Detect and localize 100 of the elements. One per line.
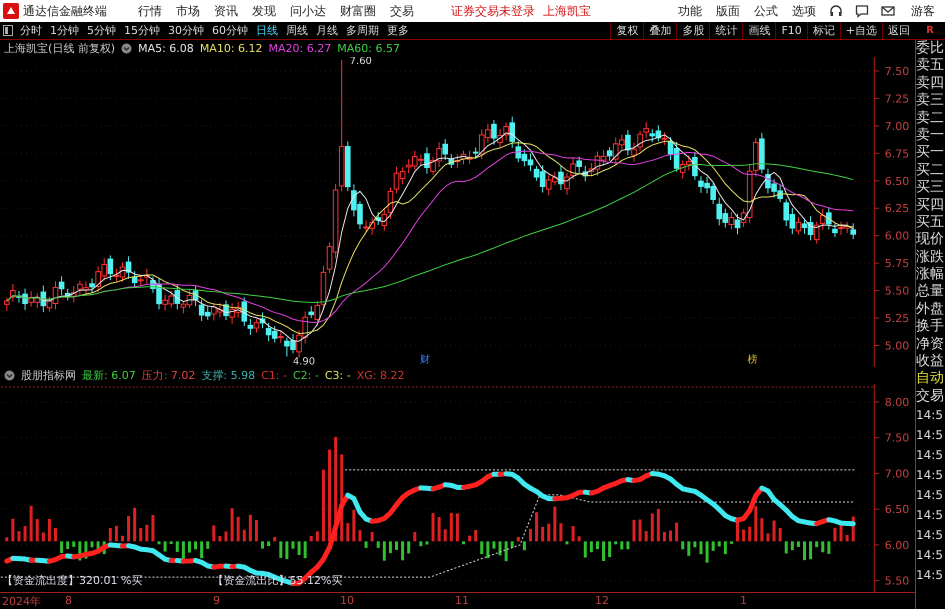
trade-time: 14:5	[916, 507, 944, 524]
period-tab[interactable]: 分时	[16, 23, 46, 38]
menu-item[interactable]: 选项	[785, 2, 823, 20]
ma-value: MA10: 6.12	[200, 42, 263, 55]
toolbar-button[interactable]: +自选	[840, 22, 882, 39]
user-label[interactable]: 游客	[911, 2, 935, 20]
ma-value: MA60: 6.57	[337, 42, 400, 55]
quote-label: 涨幅	[916, 266, 945, 284]
low-price-label: 4.90	[292, 356, 316, 368]
axis-label: 7.50	[884, 64, 910, 78]
axis-label: 5.25	[884, 312, 910, 325]
quote-label: 涨跌	[916, 248, 945, 266]
axis-label: 5.00	[884, 339, 910, 352]
trade-label[interactable]: 交易	[916, 388, 945, 406]
menu-item[interactable]: 财富圈	[333, 2, 383, 20]
axis-label: 6.75	[884, 147, 910, 160]
date-label: 8	[65, 594, 72, 608]
quote-label: 卖五	[916, 57, 945, 75]
quote-label: 卖三	[916, 92, 945, 110]
menu-item[interactable]: 交易	[383, 2, 421, 20]
mode-label[interactable]: 自动	[916, 370, 945, 388]
ma-value: MA5: 6.08	[138, 42, 194, 55]
axis-label: 7.50	[884, 432, 910, 446]
date-label: 2024年	[2, 594, 41, 609]
period-tab[interactable]: 5分钟	[83, 23, 120, 38]
quote-label: 买一	[916, 144, 945, 162]
date-label: 1	[740, 594, 747, 608]
axis-label: 7.00	[884, 120, 910, 133]
toolbar-button[interactable]: 多股	[676, 22, 710, 39]
stock-link[interactable]: 上海凯宝	[543, 2, 591, 20]
menu-item[interactable]: 版面	[709, 2, 747, 20]
axis-label: 6.50	[884, 174, 910, 188]
quote-label: 现价	[916, 231, 945, 249]
trade-time: 14:5	[916, 547, 944, 564]
toolbar-button[interactable]: 标记	[806, 22, 840, 39]
menu-item[interactable]: 问小达	[283, 2, 333, 20]
indicator-value: C1: -	[261, 369, 287, 382]
corner-label: R	[925, 25, 935, 36]
axis-label: 7.00	[884, 468, 910, 481]
trade-time: 14:5	[916, 427, 944, 444]
date-label: 12	[595, 594, 609, 608]
event-marker: 榜	[748, 354, 758, 366]
axis-label: 5.75	[884, 257, 910, 270]
quote-label: 委比	[916, 40, 945, 58]
period-tab[interactable]: 15分钟	[120, 23, 164, 38]
ma-value: MA20: 6.27	[268, 42, 332, 55]
indicator-value: 压力: 7.02	[142, 368, 196, 384]
period-tab[interactable]: 更多	[383, 23, 413, 38]
toolbar-button[interactable]: 画线	[742, 22, 776, 39]
menu-item[interactable]: 功能	[671, 2, 709, 20]
menu-item[interactable]: 公式	[747, 2, 785, 20]
quote-label: 买三	[916, 179, 945, 197]
indicator-note: 【资金流出度】320.01 %买	[2, 573, 142, 588]
quote-label: 净资	[916, 336, 945, 354]
period-tab[interactable]: 1分钟	[46, 23, 83, 38]
menu-item[interactable]: 发现	[245, 2, 283, 20]
trade-time: 14:5	[916, 527, 944, 544]
period-tab[interactable]: 周线	[282, 23, 312, 38]
menu-item[interactable]: 市场	[169, 2, 207, 20]
date-label: 9	[213, 594, 220, 608]
app-title: 通达信金融终端	[23, 2, 107, 20]
quote-label: 买五	[916, 214, 945, 232]
toolbar-button[interactable]: 复权	[610, 22, 644, 39]
indicator-value: 支撑: 5.98	[201, 368, 256, 384]
toolbar-button[interactable]: 返回	[882, 22, 915, 39]
quote-label: 卖四	[916, 74, 945, 92]
axis-label: 5.50	[884, 284, 910, 298]
period-tab[interactable]: 多周期	[342, 23, 383, 38]
event-marker: 财	[420, 354, 430, 366]
period-tab[interactable]: 日线	[252, 23, 282, 38]
indicator-name: 股朋指标网	[21, 368, 76, 384]
period-tab[interactable]: 月线	[312, 23, 342, 38]
trade-time: 14:5	[916, 487, 944, 504]
toolbar-button[interactable]: 统计	[709, 22, 742, 39]
axis-label: 6.25	[884, 202, 910, 216]
indicator-value: 最新: 6.07	[82, 368, 136, 384]
axis-label: 6.50	[884, 504, 910, 517]
quote-label: 买二	[916, 162, 945, 180]
trade-time: 14:5	[916, 447, 944, 464]
toolbar-button[interactable]: F10	[775, 22, 807, 39]
date-label: 10	[340, 594, 354, 608]
axis-label: 8.00	[884, 396, 910, 410]
toolbar-button[interactable]: 叠加	[643, 22, 676, 39]
login-notice: 证券交易未登录	[451, 2, 535, 20]
menu-item[interactable]: 行情	[131, 2, 169, 20]
trade-time: 14:5	[916, 407, 944, 424]
period-tab[interactable]: 30分钟	[164, 23, 208, 38]
quote-label: 买四	[916, 196, 945, 214]
axis-label: 5.50	[884, 575, 910, 588]
trade-time: 14:5	[916, 567, 944, 584]
quote-label: 卖二	[916, 110, 945, 127]
date-label: 11	[455, 594, 469, 608]
quote-label: 卖一	[916, 126, 945, 144]
axis-label: 6.00	[884, 539, 910, 552]
period-tab[interactable]: 60分钟	[208, 23, 252, 38]
axis-label: 6.00	[884, 230, 910, 243]
quote-label: 换手	[916, 318, 945, 336]
quote-label: 外盘	[916, 300, 945, 318]
menu-item[interactable]: 资讯	[207, 2, 245, 20]
indicator-value: C2: -	[292, 369, 319, 382]
